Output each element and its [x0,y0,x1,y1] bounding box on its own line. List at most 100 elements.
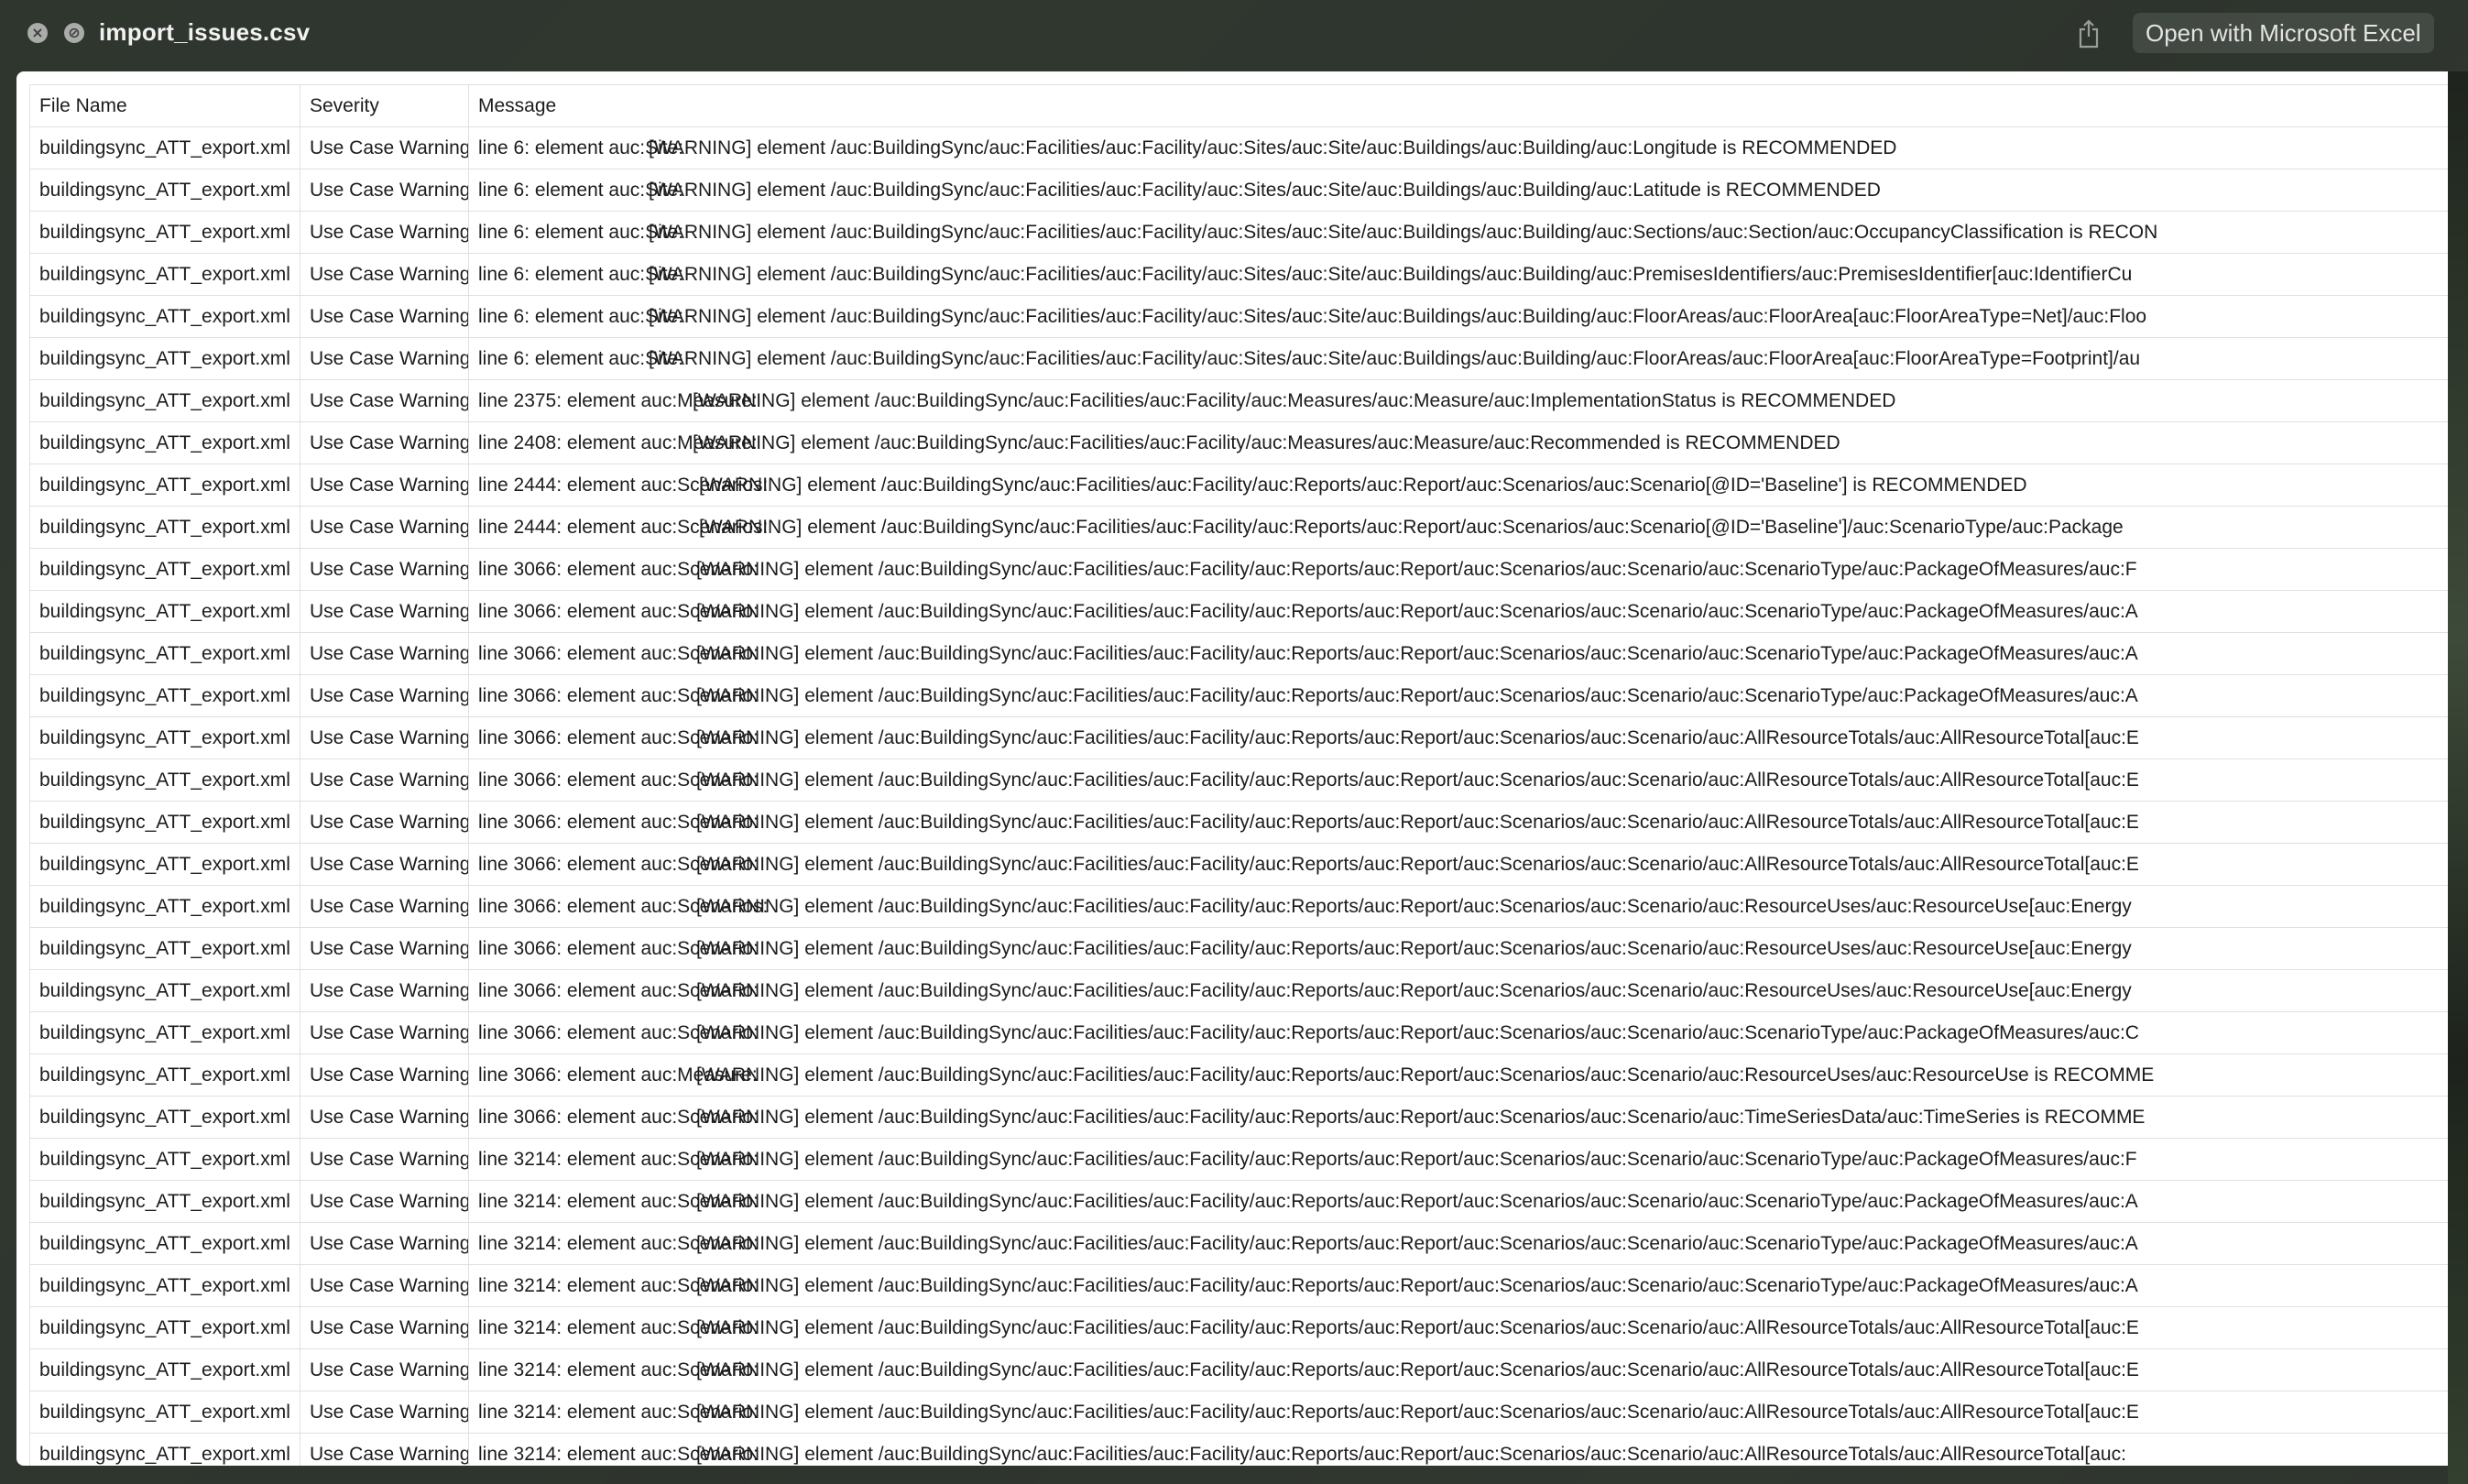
csv-preview[interactable]: File Name Severity Message buildingsync_… [16,71,2448,1466]
table-row[interactable]: buildingsync_ATT_export.xml Use Case Warn… [29,1391,2448,1434]
message-text: [WARNING] element /auc:BuildingSync/auc:… [696,1190,2138,1212]
message-line-ref: line 6: element auc:Site: [478,221,684,243]
cell-message: line 3066: element auc:Scenario:[WARNING… [468,1011,2448,1054]
table-row[interactable]: buildingsync_ATT_export.xml Use Case Warn… [29,1222,2448,1265]
cell-severity: Use Case Warning [300,295,469,338]
table-row[interactable]: buildingsync_ATT_export.xml Use Case Warn… [29,548,2448,591]
cell-severity: Use Case Warning [300,211,469,254]
table-row[interactable]: buildingsync_ATT_export.xml Use Case Warn… [29,758,2448,802]
cell-severity: Use Case Warning [300,674,469,717]
table-row[interactable]: buildingsync_ATT_export.xml Use Case Warn… [29,801,2448,844]
cell-message: line 3214: element auc:Scenario:[WARNING… [468,1222,2448,1265]
table-row[interactable]: buildingsync_ATT_export.xml Use Case Warn… [29,211,2448,254]
cell-severity: Use Case Warning [300,927,469,970]
open-with-excel-button[interactable]: Open with Microsoft Excel [2133,13,2434,53]
message-text: [WARNING] element /auc:BuildingSync/auc:… [696,811,2139,833]
cell-severity: Use Case Warning [300,421,469,464]
cell-file-name: buildingsync_ATT_export.xml [29,843,300,886]
cell-file-name: buildingsync_ATT_export.xml [29,1433,300,1466]
cell-message: line 3066: element auc:Scenario:[WARNING… [468,758,2448,802]
message-line-ref: line 3066: element auc:Scenario: [478,558,759,580]
message-text: [WARNING] element /auc:BuildingSync/auc:… [693,431,1840,453]
message-line-ref: line 3066: element auc:Scenario: [478,600,759,622]
table-row[interactable]: buildingsync_ATT_export.xml Use Case Warn… [29,1053,2448,1097]
cell-file-name: buildingsync_ATT_export.xml [29,126,300,169]
table-row[interactable]: buildingsync_ATT_export.xml Use Case Warn… [29,1348,2448,1391]
minimize-icon[interactable]: ⊘ [64,23,84,43]
cell-severity: Use Case Warning [300,253,469,296]
table-row[interactable]: buildingsync_ATT_export.xml Use Case Warn… [29,1306,2448,1349]
message-text: [WARNING] element /auc:BuildingSync/auc:… [696,600,2138,622]
table-row[interactable]: buildingsync_ATT_export.xml Use Case Warn… [29,169,2448,212]
cell-file-name: buildingsync_ATT_export.xml [29,590,300,633]
cell-severity: Use Case Warning [300,1433,469,1466]
table-row[interactable]: buildingsync_ATT_export.xml Use Case Warn… [29,969,2448,1012]
table-row[interactable]: buildingsync_ATT_export.xml Use Case Warn… [29,632,2448,675]
table-row[interactable]: buildingsync_ATT_export.xml Use Case Warn… [29,590,2448,633]
table-row[interactable]: buildingsync_ATT_export.xml Use Case Warn… [29,253,2448,296]
cell-file-name: buildingsync_ATT_export.xml [29,885,300,928]
cell-severity: Use Case Warning [300,506,469,549]
table-row[interactable]: buildingsync_ATT_export.xml Use Case Warn… [29,1096,2448,1139]
table-row[interactable]: buildingsync_ATT_export.xml Use Case Warn… [29,464,2448,507]
cell-severity: Use Case Warning [300,464,469,507]
message-text: [WARNING] element /auc:BuildingSync/auc:… [696,1359,2139,1380]
message-text: [WARNING] element /auc:BuildingSync/auc:… [696,853,2139,875]
cell-file-name: buildingsync_ATT_export.xml [29,927,300,970]
message-text: [WARNING] element /auc:BuildingSync/auc:… [696,642,2138,664]
table-row[interactable]: buildingsync_ATT_export.xml Use Case Warn… [29,843,2448,886]
message-line-ref: line 3214: element auc:Scenario: [478,1316,759,1338]
close-icon[interactable]: × [27,23,48,43]
cell-severity: Use Case Warning [300,548,469,591]
message-line-ref: line 3066: element auc:Scenario: [478,1021,759,1043]
table-row[interactable]: buildingsync_ATT_export.xml Use Case Warn… [29,295,2448,338]
cell-file-name: buildingsync_ATT_export.xml [29,801,300,844]
message-text: [WARNING] element /auc:BuildingSync/auc:… [649,136,1897,158]
cell-severity: Use Case Warning [300,969,469,1012]
cell-file-name: buildingsync_ATT_export.xml [29,421,300,464]
table-row[interactable]: buildingsync_ATT_export.xml Use Case Warn… [29,716,2448,759]
message-text: [WARNING] element /auc:BuildingSync/auc:… [693,389,1896,411]
cell-message: line 3066: element auc:Scenario:[WARNING… [468,674,2448,717]
cell-file-name: buildingsync_ATT_export.xml [29,379,300,422]
message-text: [WARNING] element /auc:BuildingSync/auc:… [649,305,2147,327]
table-row[interactable]: buildingsync_ATT_export.xml Use Case Warn… [29,927,2448,970]
message-text: [WARNING] element /auc:BuildingSync/auc:… [696,979,2132,1001]
table-row[interactable]: buildingsync_ATT_export.xml Use Case Warn… [29,337,2448,380]
cell-message: line 3066: element auc:Scenario:[WARNING… [468,801,2448,844]
message-line-ref: line 6: element auc:Site: [478,263,684,285]
message-line-ref: line 2444: element auc:Scenarios: [478,516,769,538]
cell-file-name: buildingsync_ATT_export.xml [29,1306,300,1349]
cell-severity: Use Case Warning [300,1138,469,1181]
table-row[interactable]: buildingsync_ATT_export.xml Use Case Warn… [29,126,2448,169]
table-header-row: File Name Severity Message [29,84,2448,127]
cell-file-name: buildingsync_ATT_export.xml [29,1391,300,1434]
table-row[interactable]: buildingsync_ATT_export.xml Use Case Warn… [29,1264,2448,1307]
table-row[interactable]: buildingsync_ATT_export.xml Use Case Warn… [29,506,2448,549]
cell-message: line 6: element auc:Site:[WARNING] eleme… [468,295,2448,338]
cell-message: line 2444: element auc:Scenarios:[WARNIN… [468,506,2448,549]
cell-severity: Use Case Warning [300,126,469,169]
table-row[interactable]: buildingsync_ATT_export.xml Use Case Warn… [29,1011,2448,1054]
cell-message: line 6: element auc:Site:[WARNING] eleme… [468,253,2448,296]
cell-file-name: buildingsync_ATT_export.xml [29,716,300,759]
table-row[interactable]: buildingsync_ATT_export.xml Use Case Warn… [29,421,2448,464]
message-text: [WARNING] element /auc:BuildingSync/auc:… [696,558,2137,580]
message-line-ref: line 3214: element auc:Scenario: [478,1148,759,1170]
cell-severity: Use Case Warning [300,716,469,759]
cell-severity: Use Case Warning [300,590,469,633]
column-header-message: Message [468,84,2448,127]
table-row[interactable]: buildingsync_ATT_export.xml Use Case Warn… [29,1433,2448,1466]
table-row[interactable]: buildingsync_ATT_export.xml Use Case Warn… [29,1138,2448,1181]
message-line-ref: line 3066: element auc:Scenario: [478,1106,759,1128]
column-header-file-name: File Name [29,84,300,127]
table-row[interactable]: buildingsync_ATT_export.xml Use Case Warn… [29,885,2448,928]
table-row[interactable]: buildingsync_ATT_export.xml Use Case Warn… [29,674,2448,717]
table-row[interactable]: buildingsync_ATT_export.xml Use Case Warn… [29,1180,2448,1223]
table-row[interactable]: buildingsync_ATT_export.xml Use Case Warn… [29,379,2448,422]
share-icon[interactable] [2072,16,2105,51]
cell-file-name: buildingsync_ATT_export.xml [29,758,300,802]
message-text: [WARNING] element /auc:BuildingSync/auc:… [696,1316,2139,1338]
message-text: [WARNING] element /auc:BuildingSync/auc:… [649,347,2141,369]
message-line-ref: line 6: element auc:Site: [478,305,684,327]
